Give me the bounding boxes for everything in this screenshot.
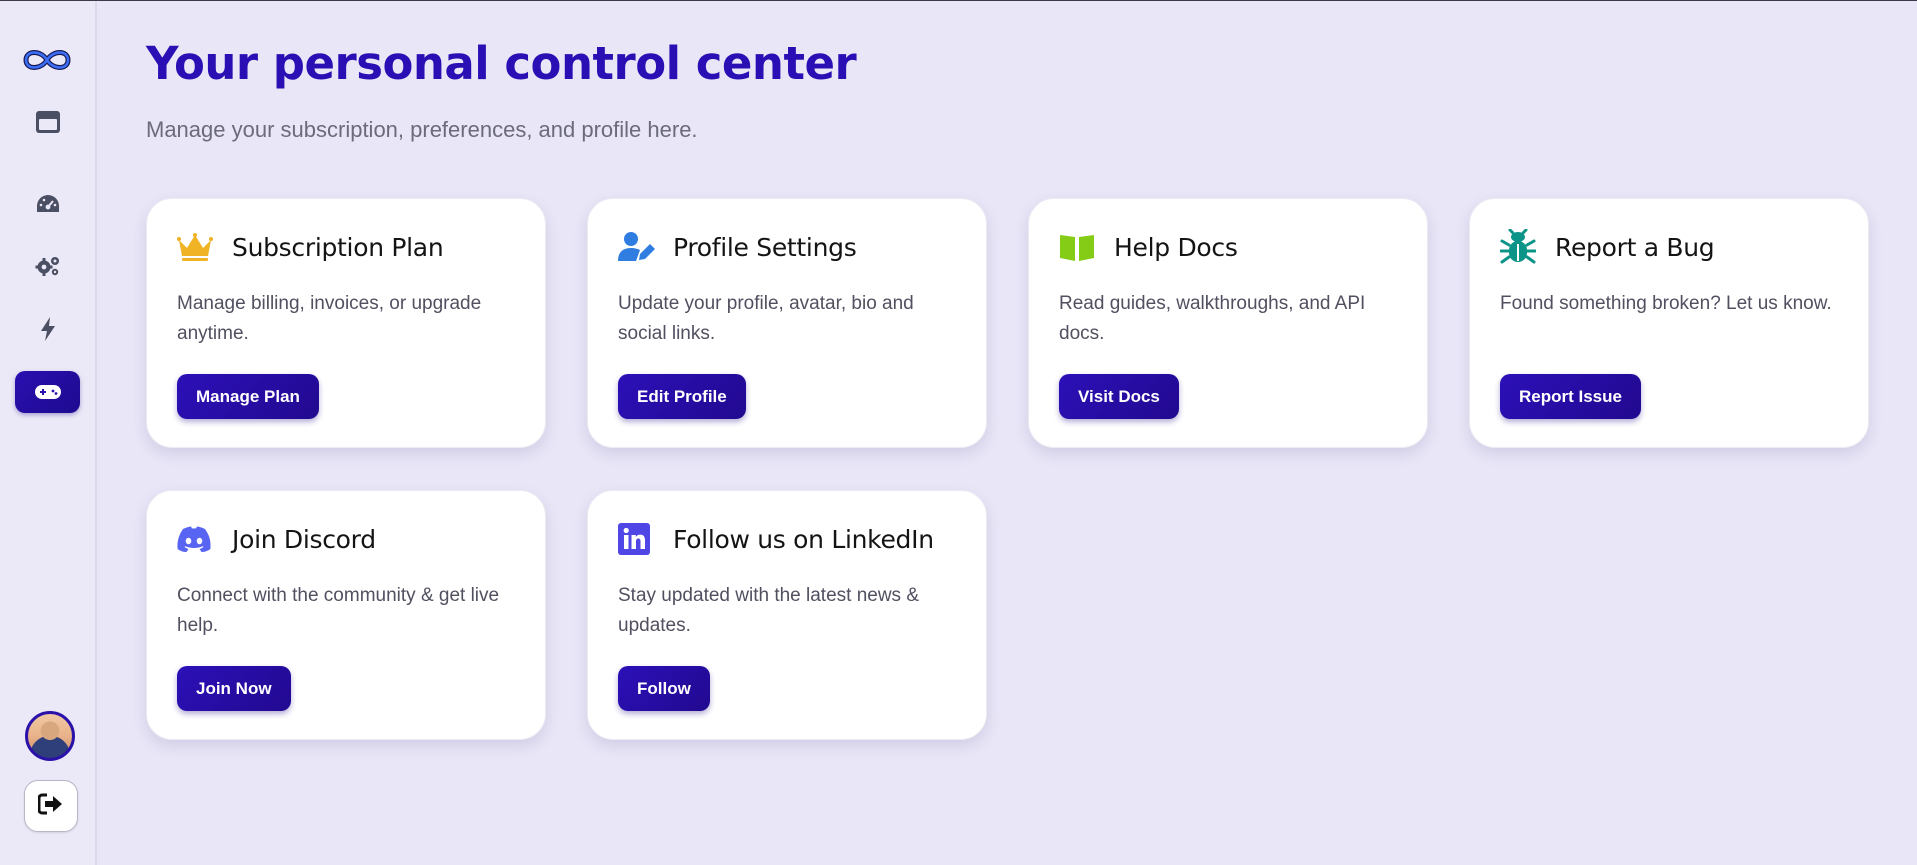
card-header: Profile Settings — [618, 229, 857, 265]
logout-button[interactable] — [24, 780, 78, 832]
card-title: Profile Settings — [673, 232, 857, 262]
page-subtitle: Manage your subscription, preferences, a… — [146, 117, 698, 142]
edit-profile-button[interactable]: Edit Profile — [618, 374, 746, 419]
logout-icon — [37, 793, 64, 820]
sidebar-item-actions[interactable] — [15, 308, 80, 350]
card-title: Follow us on LinkedIn — [673, 524, 934, 554]
card-title: Report a Bug — [1555, 232, 1715, 262]
manage-plan-button[interactable]: Manage Plan — [177, 374, 319, 419]
card-subscription-plan: Subscription Plan Manage billing, invoic… — [146, 198, 546, 448]
card-join-discord: Join Discord Connect with the community … — [146, 490, 546, 740]
avatar[interactable] — [25, 711, 75, 761]
card-description: Manage billing, invoices, or upgrade any… — [177, 293, 482, 344]
sidebar — [0, 1, 97, 865]
card-report-bug: Report a Bug Found something broken? Let… — [1469, 198, 1869, 448]
card-help-docs: Help Docs Read guides, walkthroughs, and… — [1028, 198, 1428, 448]
app-logo-icon[interactable] — [22, 45, 72, 75]
card-title: Help Docs — [1114, 232, 1238, 262]
sidebar-item-dashboard[interactable] — [15, 183, 80, 225]
card-header: Follow us on LinkedIn — [618, 521, 934, 557]
discord-icon — [177, 522, 215, 556]
sidebar-item-settings[interactable] — [15, 245, 80, 287]
dashboard-gauge-icon — [35, 193, 61, 215]
join-now-button[interactable]: Join Now — [177, 666, 291, 711]
page-title: Your personal control center — [146, 37, 857, 90]
card-profile-settings: Profile Settings Update your profile, av… — [587, 198, 987, 448]
follow-button[interactable]: Follow — [618, 666, 710, 711]
open-book-icon — [1059, 230, 1097, 264]
gamepad-icon — [34, 383, 62, 401]
card-description: Update your profile, avatar, bio and soc… — [618, 293, 914, 344]
card-follow-linkedin: Follow us on LinkedIn Stay updated with … — [587, 490, 987, 740]
card-description: Connect with the community & get live he… — [177, 585, 500, 636]
card-description: Read guides, walkthroughs, and API docs. — [1059, 293, 1366, 344]
card-header: Report a Bug — [1500, 229, 1715, 265]
card-header: Subscription Plan — [177, 229, 444, 265]
lightning-bolt-icon — [39, 316, 57, 342]
settings-gears-icon — [35, 255, 61, 277]
user-edit-icon — [618, 230, 656, 264]
card-header: Help Docs — [1059, 229, 1238, 265]
crown-icon — [177, 230, 215, 264]
sidebar-item-window[interactable] — [15, 101, 80, 143]
visit-docs-button[interactable]: Visit Docs — [1059, 374, 1179, 419]
window-icon — [35, 110, 61, 134]
card-description: Stay updated with the latest news & upda… — [618, 585, 920, 636]
bug-icon — [1500, 229, 1538, 264]
card-description: Found something broken? Let us know. — [1500, 293, 1832, 314]
card-title: Join Discord — [232, 524, 376, 554]
report-issue-button[interactable]: Report Issue — [1500, 374, 1641, 419]
sidebar-item-games[interactable] — [15, 371, 80, 413]
linkedin-icon — [618, 522, 656, 556]
card-title: Subscription Plan — [232, 232, 444, 262]
card-header: Join Discord — [177, 521, 376, 557]
